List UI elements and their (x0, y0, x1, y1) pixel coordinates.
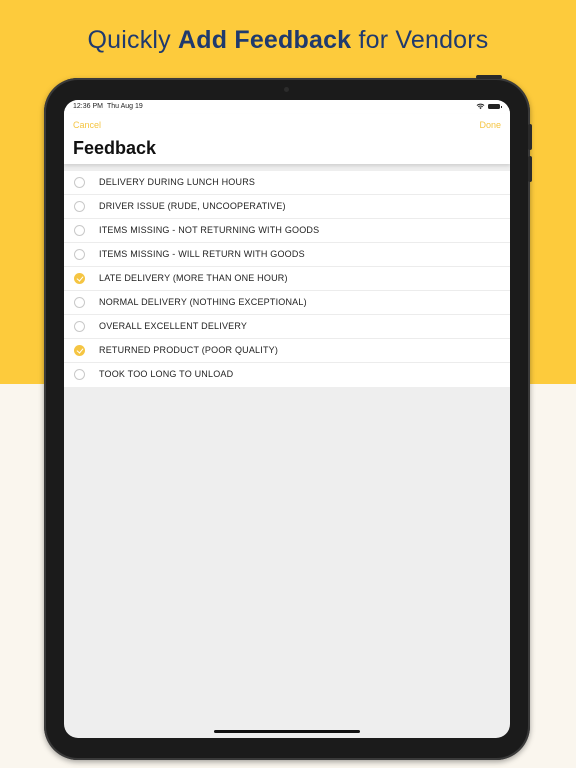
status-bar: 12:36 PM Thu Aug 19 (64, 100, 510, 114)
done-button[interactable]: Done (479, 120, 501, 130)
empty-circle-icon[interactable] (74, 321, 85, 332)
feedback-item-label: ITEMS MISSING - NOT RETURNING WITH GOODS (99, 225, 320, 235)
feedback-item-label: ITEMS MISSING - WILL RETURN WITH GOODS (99, 249, 305, 259)
checkmark-circle-icon[interactable] (74, 273, 85, 284)
status-date: Thu Aug 19 (107, 103, 143, 110)
volume-down-button (528, 156, 532, 182)
empty-circle-icon[interactable] (74, 369, 85, 380)
checkmark-circle-icon[interactable] (74, 345, 85, 356)
empty-circle-icon[interactable] (74, 177, 85, 188)
feedback-item-label: DRIVER ISSUE (RUDE, UNCOOPERATIVE) (99, 201, 286, 211)
feedback-list-item[interactable]: NORMAL DELIVERY (NOTHING EXCEPTIONAL) (64, 291, 510, 315)
feedback-list: DELIVERY DURING LUNCH HOURS DRIVER ISSUE… (64, 171, 510, 387)
feedback-item-label: OVERALL EXCELLENT DELIVERY (99, 321, 248, 331)
feedback-item-label: TOOK TOO LONG TO UNLOAD (99, 369, 234, 379)
device-screen: 12:36 PM Thu Aug 19 Cancel Done Feedback… (64, 100, 510, 738)
power-button (476, 75, 502, 79)
feedback-item-label: LATE DELIVERY (MORE THAN ONE HOUR) (99, 273, 288, 283)
feedback-list-item[interactable]: ITEMS MISSING - WILL RETURN WITH GOODS (64, 243, 510, 267)
home-indicator[interactable] (214, 730, 360, 733)
feedback-list-item[interactable]: DRIVER ISSUE (RUDE, UNCOOPERATIVE) (64, 195, 510, 219)
feedback-list-item[interactable]: LATE DELIVERY (MORE THAN ONE HOUR) (64, 267, 510, 291)
headline-part-3: for Vendors (351, 26, 489, 54)
marketing-headline: Quickly Add Feedback for Vendors (0, 26, 576, 55)
headline-part-1: Quickly (87, 26, 179, 54)
feedback-item-label: DELIVERY DURING LUNCH HOURS (99, 177, 256, 187)
feedback-item-label: NORMAL DELIVERY (NOTHING EXCEPTIONAL) (99, 297, 307, 307)
wifi-icon (476, 102, 485, 112)
feedback-list-item[interactable]: TOOK TOO LONG TO UNLOAD (64, 363, 510, 387)
empty-circle-icon[interactable] (74, 297, 85, 308)
cancel-button[interactable]: Cancel (73, 120, 101, 130)
feedback-list-item[interactable]: OVERALL EXCELLENT DELIVERY (64, 315, 510, 339)
battery-icon (488, 104, 502, 109)
status-time: 12:36 PM (73, 103, 103, 110)
volume-up-button (528, 124, 532, 150)
feedback-list-item[interactable]: RETURNED PRODUCT (POOR QUALITY) (64, 339, 510, 363)
feedback-item-label: RETURNED PRODUCT (POOR QUALITY) (99, 345, 279, 355)
page-title: Feedback (73, 138, 157, 158)
tablet-device-frame: 12:36 PM Thu Aug 19 Cancel Done Feedback… (44, 75, 532, 760)
headline-part-2: Add Feedback (178, 26, 352, 54)
empty-circle-icon[interactable] (74, 249, 85, 260)
front-camera (284, 87, 289, 92)
feedback-list-item[interactable]: DELIVERY DURING LUNCH HOURS (64, 171, 510, 195)
empty-circle-icon[interactable] (74, 201, 85, 212)
feedback-list-item[interactable]: ITEMS MISSING - NOT RETURNING WITH GOODS (64, 219, 510, 243)
empty-circle-icon[interactable] (74, 225, 85, 236)
sheet-header: Cancel Done Feedback (64, 114, 510, 164)
